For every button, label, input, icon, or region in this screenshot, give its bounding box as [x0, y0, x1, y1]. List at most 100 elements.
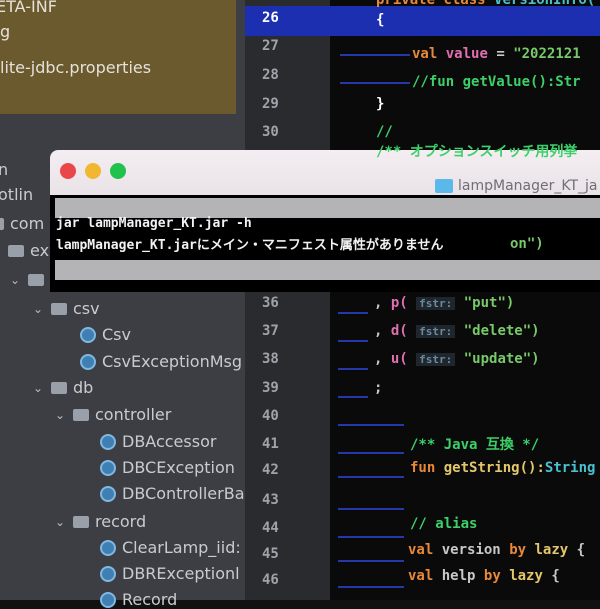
- tree-item[interactable]: DBControllerBa: [100, 484, 245, 503]
- code-line: , p( fstr: "put"): [374, 295, 515, 311]
- indent-guide: [338, 560, 404, 562]
- redacted-line: [55, 198, 600, 218]
- current-line-highlight: [245, 6, 600, 36]
- code-line: //fun getValue():Str: [412, 74, 581, 90]
- tree-label: Csv: [102, 325, 131, 344]
- tree-item[interactable]: DBRExceptionl: [100, 564, 240, 583]
- chevron-down-icon[interactable]: ⌄: [10, 273, 22, 287]
- code-line: /** オプションスイッチ用列挙: [376, 144, 578, 160]
- tree-label: DBAccessor: [122, 432, 217, 451]
- folder-icon: [8, 244, 24, 257]
- tree-item[interactable]: Csv: [80, 325, 131, 344]
- code-line: val version by lazy {: [408, 542, 586, 558]
- line-number: 41: [262, 436, 279, 452]
- class-icon: [100, 565, 116, 582]
- tree-label: DBControllerBa: [122, 484, 245, 503]
- minimize-button[interactable]: [85, 163, 101, 179]
- line-number: 37: [262, 323, 279, 339]
- folder-icon: [28, 273, 44, 286]
- code-line: on"): [510, 236, 544, 252]
- tree-label: DBRExceptionl: [122, 564, 240, 583]
- tree-item[interactable]: ⌄ record: [55, 512, 146, 531]
- line-number: 28: [262, 67, 279, 83]
- line-number: 29: [262, 96, 279, 112]
- tree-item[interactable]: lite-jdbc.properties: [0, 58, 151, 77]
- folder-icon: [51, 381, 67, 394]
- terminal-title-text: lampManager_KT_ja: [458, 178, 598, 194]
- tree-item[interactable]: ⌄ controller: [55, 405, 171, 424]
- close-button[interactable]: [60, 163, 76, 179]
- folder-icon: [73, 515, 89, 528]
- line-number: 27: [262, 38, 279, 54]
- tree-item[interactable]: g: [0, 22, 10, 41]
- tree-item[interactable]: DBCException: [100, 458, 235, 477]
- tree-item[interactable]: CsvExceptionMsg: [80, 352, 242, 371]
- chevron-down-icon[interactable]: ⌄: [33, 302, 45, 316]
- line-number: 42: [262, 462, 279, 478]
- code-line: , d( fstr: "delete"): [374, 323, 540, 339]
- line-number: 44: [262, 520, 279, 536]
- indent-guide: [340, 54, 410, 56]
- folder-icon: [73, 408, 89, 421]
- zoom-button[interactable]: [110, 163, 126, 179]
- line-number: 46: [262, 572, 279, 588]
- indent-guide: [338, 586, 404, 588]
- indent-guide: [338, 396, 368, 398]
- terminal-line: jar lampManager_KT.jar -h: [56, 216, 252, 231]
- code-line: }: [376, 96, 385, 112]
- line-number: 36: [262, 295, 279, 311]
- tree-label: csv: [73, 299, 100, 318]
- terminal-title: lampManager_KT_ja: [435, 178, 597, 194]
- line-number: 30: [262, 124, 279, 140]
- tree-item[interactable]: ⌄ db: [33, 378, 93, 397]
- tree-item[interactable]: otlin: [0, 185, 33, 204]
- chevron-down-icon[interactable]: ⌄: [55, 515, 67, 529]
- selected-highlight: [0, 0, 236, 114]
- project-panel: ETA-INF g lite-jdbc.properties n otlin c…: [0, 0, 245, 609]
- folder-icon: [0, 217, 4, 230]
- tree-item[interactable]: ⌄ csv: [33, 299, 100, 318]
- class-icon: [80, 353, 96, 370]
- tree-item[interactable]: ETA-INF: [0, 0, 57, 16]
- terminal-window[interactable]: lampManager_KT_ja jar lampManager_KT.jar…: [50, 150, 600, 292]
- tree-label: DBCException: [122, 458, 235, 477]
- indent-guide: [338, 340, 368, 342]
- code-line: val value = "2022121: [412, 46, 581, 62]
- chevron-down-icon[interactable]: ⌄: [33, 381, 45, 395]
- code-line: val help by lazy {: [408, 568, 560, 584]
- code-line: /** Java 互換 */: [410, 437, 540, 453]
- tree-item[interactable]: ClearLamp_iid:: [100, 538, 241, 557]
- line-number: 39: [262, 380, 279, 396]
- class-icon: [100, 433, 116, 450]
- indent-guide: [338, 424, 404, 426]
- class-icon: [80, 326, 96, 343]
- redacted-line: [55, 260, 600, 280]
- chevron-down-icon[interactable]: ⌄: [55, 408, 67, 422]
- tree-label: CsvExceptionMsg: [102, 352, 243, 371]
- folder-icon: [435, 179, 453, 193]
- code-line: //: [376, 124, 393, 140]
- tree-item[interactable]: DBAccessor: [100, 432, 216, 451]
- indent-guide: [340, 82, 410, 84]
- code-line: , u( fstr: "update"): [374, 351, 540, 367]
- tree-item[interactable]: n: [0, 160, 8, 179]
- editor-gutter: [245, 0, 330, 600]
- class-icon: [100, 459, 116, 476]
- code-line: {: [376, 12, 385, 28]
- tree-item[interactable]: com: [0, 214, 44, 233]
- code-line: private class VersionInfo(: [376, 0, 596, 8]
- tree-label: ClearLamp_iid:: [122, 538, 241, 557]
- tree-label: n: [0, 160, 9, 179]
- indent-guide: [338, 452, 404, 454]
- indent-guide: [338, 312, 368, 314]
- tree-label: controller: [95, 405, 172, 424]
- code-line: // alias: [410, 516, 478, 532]
- line-number: 38: [262, 351, 279, 367]
- folder-icon: [51, 302, 67, 315]
- class-icon: [100, 539, 116, 556]
- line-number: 26: [262, 10, 279, 26]
- line-number: 40: [262, 408, 279, 424]
- tree-label: com: [10, 214, 45, 233]
- tree-label: record: [95, 512, 147, 531]
- line-number: 45: [262, 546, 279, 562]
